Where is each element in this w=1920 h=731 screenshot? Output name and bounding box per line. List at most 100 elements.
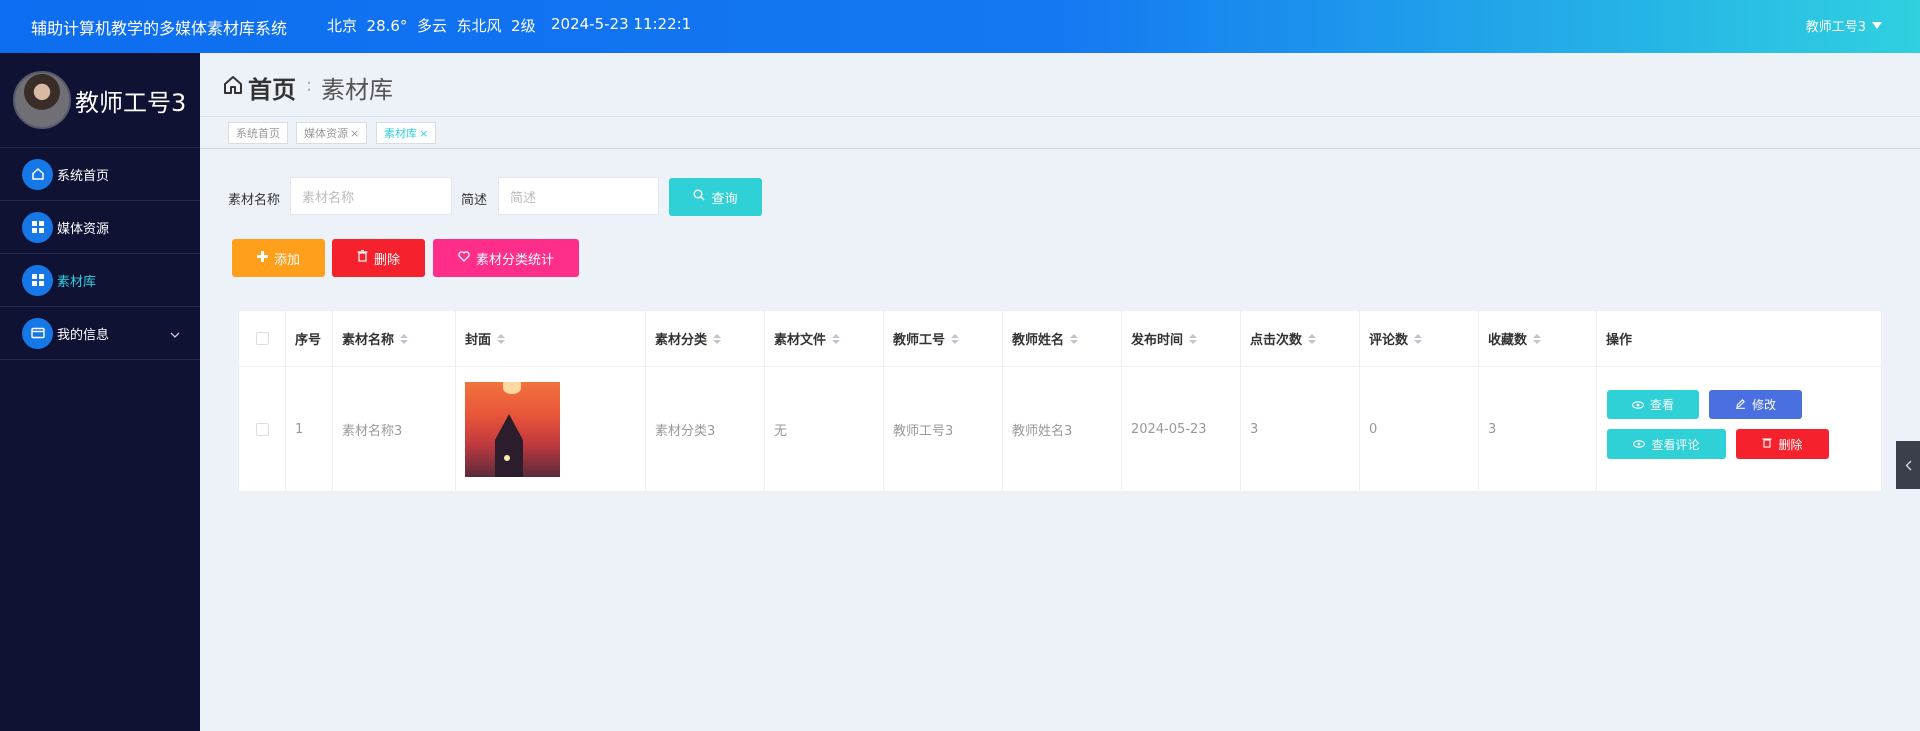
sort-icon[interactable] xyxy=(1189,333,1198,344)
row-select-cell xyxy=(239,367,286,492)
column-header-label: 序号 xyxy=(295,333,322,348)
sidebar-item-my-info[interactable]: 我的信息 xyxy=(0,307,200,360)
column-header-label: 教师姓名 xyxy=(1012,333,1065,348)
column-header[interactable]: 教师工号 xyxy=(884,311,1003,367)
tag-label: 素材库 xyxy=(384,127,417,140)
table-cell: 素材分类3 xyxy=(646,367,765,492)
breadcrumb-separator: : xyxy=(306,75,313,96)
column-header-label: 封面 xyxy=(465,333,492,348)
breadcrumb-home[interactable]: 首页 xyxy=(222,70,296,105)
column-header: 操作 xyxy=(1597,311,1881,367)
materials-table: 序号 素材名称 封面 素材分类 素材文件 教师工号 教师姓名 发布时间 点击次数… xyxy=(238,310,1882,492)
edit-button[interactable]: 修改 xyxy=(1709,390,1802,419)
close-icon[interactable]: × xyxy=(350,127,359,140)
sidebar-item-label: 媒体资源 xyxy=(57,221,110,237)
weather-info: 北京 28.6° 多云 东北风 2级 xyxy=(327,17,536,35)
row-checkbox[interactable] xyxy=(255,423,269,436)
delete-button[interactable]: 删除 xyxy=(332,239,425,277)
panel-toggle-handle[interactable] xyxy=(1896,441,1920,489)
cover-image[interactable] xyxy=(465,382,560,477)
sort-icon[interactable] xyxy=(832,333,841,344)
home-icon xyxy=(22,158,53,190)
column-header[interactable]: 教师姓名 xyxy=(1003,311,1122,367)
sidebar-item-label: 素材库 xyxy=(57,274,97,290)
table-cell: 无 xyxy=(765,367,884,492)
add-button[interactable]: 添加 xyxy=(232,239,325,277)
sidebar-item-label: 系统首页 xyxy=(57,168,110,184)
name-search-input[interactable]: 素材名称 xyxy=(290,177,452,215)
row-delete-button[interactable]: 删除 xyxy=(1736,429,1829,459)
system-title: 辅助计算机教学的多媒体素材库系统 xyxy=(31,19,288,38)
desc-placeholder: 简述 xyxy=(510,190,537,206)
add-button-label: 添加 xyxy=(273,252,300,268)
column-header[interactable]: 点击次数 xyxy=(1241,311,1360,367)
tag-library[interactable]: 素材库 × xyxy=(376,122,437,144)
query-button-label: 查询 xyxy=(711,191,738,207)
plus-icon xyxy=(256,250,268,266)
sidebar-item-home[interactable]: 系统首页 xyxy=(0,148,200,201)
profile: 教师工号3 xyxy=(0,53,200,148)
sort-icon[interactable] xyxy=(1533,333,1542,344)
column-header[interactable]: 封面 xyxy=(456,311,646,367)
tag-label: 系统首页 xyxy=(236,127,280,140)
column-header[interactable]: 收藏数 xyxy=(1479,311,1597,367)
tag-media[interactable]: 媒体资源 × xyxy=(296,122,368,144)
eye-icon xyxy=(1633,437,1646,451)
sidebar-item-media[interactable]: 媒体资源 xyxy=(0,201,200,254)
name-placeholder: 素材名称 xyxy=(302,190,355,206)
column-header[interactable]: 素材文件 xyxy=(765,311,884,367)
view-button-label: 查看 xyxy=(1649,398,1674,412)
view-comments-label: 查看评论 xyxy=(1651,437,1700,452)
column-header-label: 点击次数 xyxy=(1250,333,1303,348)
user-menu[interactable]: 教师工号3 xyxy=(1806,16,1882,35)
sort-icon[interactable] xyxy=(400,333,409,344)
chevron-down-icon xyxy=(170,327,180,342)
heart-icon xyxy=(458,250,470,266)
name-label: 素材名称 xyxy=(228,193,281,208)
view-comments-button[interactable]: 查看评论 xyxy=(1607,429,1726,459)
sort-icon[interactable] xyxy=(1414,333,1423,344)
avatar xyxy=(13,71,71,129)
table-cell: 素材名称3 xyxy=(333,367,456,492)
edit-icon xyxy=(1735,398,1746,412)
select-all-cell xyxy=(239,311,286,367)
column-header-label: 素材分类 xyxy=(655,333,708,348)
tag-home[interactable]: 系统首页 xyxy=(228,122,288,144)
sort-icon[interactable] xyxy=(1308,333,1317,344)
select-all-checkbox[interactable] xyxy=(255,332,269,345)
view-button[interactable]: 查看 xyxy=(1607,390,1699,419)
table-cell: 1 xyxy=(286,367,333,492)
sidebar-item-library[interactable]: 素材库 xyxy=(0,254,200,307)
column-header[interactable]: 素材名称 xyxy=(333,311,456,367)
desc-search-input[interactable]: 简述 xyxy=(498,177,659,215)
sort-icon[interactable] xyxy=(497,333,506,344)
sort-icon[interactable] xyxy=(951,333,960,344)
card-icon xyxy=(22,317,53,349)
home-icon xyxy=(222,74,244,102)
ops-cell: 查看 修改 查看评论 删除 xyxy=(1597,367,1881,492)
table-cell: 教师工号3 xyxy=(884,367,1003,492)
cover-cell xyxy=(456,367,646,492)
user-menu-label: 教师工号3 xyxy=(1805,20,1866,35)
table-cell: 3 xyxy=(1241,367,1360,492)
column-header-label: 发布时间 xyxy=(1131,333,1184,348)
table-cell: 0 xyxy=(1360,367,1479,492)
delete-button-label: 删除 xyxy=(373,252,400,268)
sort-icon[interactable] xyxy=(1070,333,1079,344)
top-bar: 辅助计算机教学的多媒体素材库系统 北京 28.6° 多云 东北风 2级 2024… xyxy=(0,0,1920,53)
query-button[interactable]: 查询 xyxy=(669,178,762,216)
sort-icon[interactable] xyxy=(713,333,722,344)
table-cell: 3 xyxy=(1479,367,1597,492)
column-header[interactable]: 素材分类 xyxy=(646,311,765,367)
category-stats-button[interactable]: 素材分类统计 xyxy=(433,239,579,277)
category-stats-label: 素材分类统计 xyxy=(475,252,554,268)
column-header[interactable]: 评论数 xyxy=(1360,311,1479,367)
desc-label: 简述 xyxy=(461,193,488,208)
sidebar: 教师工号3 系统首页 媒体资源 素材库 我的信息 xyxy=(0,53,200,731)
eye-icon xyxy=(1632,398,1644,412)
search-icon xyxy=(693,189,705,205)
close-icon[interactable]: × xyxy=(419,127,428,140)
column-header[interactable]: 发布时间 xyxy=(1122,311,1241,367)
breadcrumb-home-label: 首页 xyxy=(248,76,296,104)
column-header-label: 评论数 xyxy=(1369,333,1409,348)
